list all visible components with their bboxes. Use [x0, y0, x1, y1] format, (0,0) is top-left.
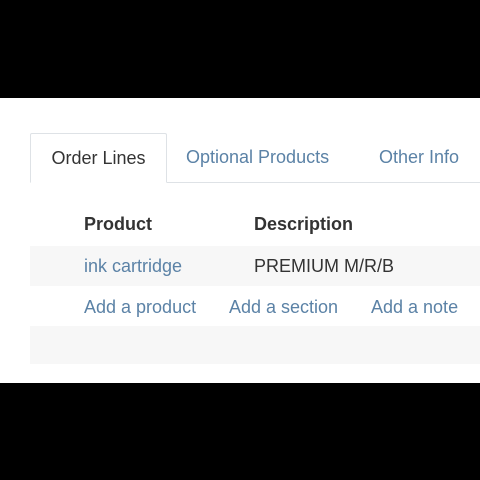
add-section-link[interactable]: Add a section	[229, 297, 338, 318]
add-note-link[interactable]: Add a note	[371, 297, 458, 318]
add-product-link[interactable]: Add a product	[84, 297, 196, 318]
tab-other-info[interactable]: Other Info	[379, 133, 459, 182]
tab-order-lines[interactable]: Order Lines	[30, 133, 167, 183]
order-form-section: Order Lines Optional Products Other Info…	[0, 98, 480, 383]
letterbox-top	[0, 0, 480, 98]
letterbox-bottom	[0, 383, 480, 480]
tab-optional-products[interactable]: Optional Products	[186, 133, 329, 182]
table-footer	[30, 326, 480, 364]
column-header-product[interactable]: Product	[84, 214, 152, 235]
row-product-cell[interactable]: ink cartridge	[84, 256, 182, 277]
row-description-cell[interactable]: PREMIUM M/R/B	[254, 256, 394, 277]
column-header-description[interactable]: Description	[254, 214, 353, 235]
